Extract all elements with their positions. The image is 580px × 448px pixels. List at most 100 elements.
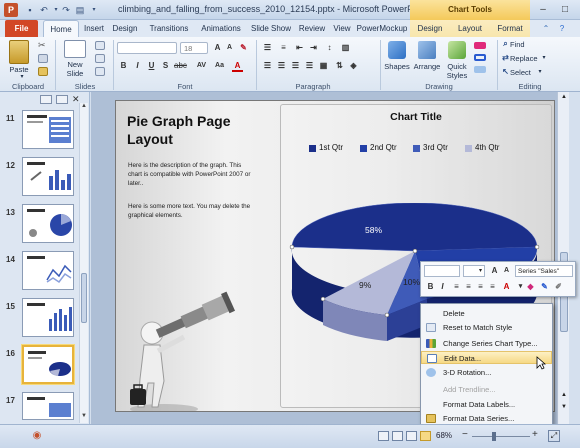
bold-button[interactable]: B	[118, 61, 129, 71]
slide-title-line-1[interactable]: Pie Graph Page	[127, 113, 287, 129]
zoom-in-button[interactable]: +	[532, 429, 538, 440]
menu-item-format-data-labels[interactable]: Format Data Labels...	[421, 398, 552, 411]
shapes-button[interactable]: Shapes	[382, 62, 412, 71]
grow-font-icon[interactable]: A	[212, 43, 223, 53]
slide-sorter-view-icon[interactable]	[392, 431, 403, 441]
data-label-3rd-qtr[interactable]: 10%	[403, 277, 420, 287]
new-slide-icon[interactable]	[64, 40, 86, 58]
slide-thumbnail-17[interactable]	[22, 392, 74, 420]
clear-formatting-icon[interactable]: ✎	[238, 43, 249, 53]
customize-quick-access-icon[interactable]: ▾	[88, 4, 100, 16]
telescope-figure-illustration[interactable]	[124, 271, 244, 412]
menu-item-reset-to-match-style[interactable]: Reset to Match Style	[421, 321, 552, 334]
character-spacing-icon[interactable]: AV	[196, 61, 207, 71]
scroll-up-icon[interactable]: ▲	[80, 103, 88, 111]
format-painter-icon[interactable]	[38, 67, 48, 76]
paste-dropdown-icon[interactable]: ▾	[18, 73, 26, 80]
tab-chart-layout[interactable]: Layout	[450, 20, 490, 37]
next-slide-icon[interactable]: ▼	[559, 404, 569, 410]
scroll-thumb[interactable]	[81, 273, 87, 323]
slide-description-line-3[interactable]: later..	[128, 180, 288, 187]
data-label-4th-qtr[interactable]: 9%	[359, 280, 371, 290]
align-center-icon[interactable]: ☰	[276, 61, 287, 71]
legend-entry-2nd-qtr[interactable]: 2nd Qtr	[370, 143, 397, 152]
shape-outline-icon[interactable]: ✎	[539, 282, 550, 292]
font-size-dropdown[interactable]: 18	[180, 42, 208, 54]
shape-fill-icon[interactable]	[474, 42, 486, 49]
font-color-icon[interactable]: A	[232, 61, 243, 72]
shadow-button[interactable]: S	[160, 61, 171, 71]
tab-slide-show[interactable]: Slide Show	[248, 20, 294, 37]
columns-layout-icon[interactable]: ▦	[318, 61, 329, 71]
tab-review[interactable]: Review	[296, 20, 328, 37]
align-left-icon[interactable]: ☰	[262, 61, 273, 71]
bold-button[interactable]: B	[425, 282, 436, 292]
slideshow-view-icon[interactable]	[420, 431, 431, 441]
tab-animations[interactable]: Animations	[196, 20, 246, 37]
normal-view-icon[interactable]	[378, 431, 389, 441]
menu-item-delete[interactable]: Delete	[421, 307, 552, 320]
shrink-font-icon[interactable]: A	[224, 43, 235, 53]
redo-icon[interactable]: ↷	[60, 4, 72, 16]
font-size-box[interactable]: ▾	[463, 265, 485, 277]
tab-transitions[interactable]: Transitions	[144, 20, 194, 37]
quick-styles-label-1[interactable]: Quick	[442, 62, 472, 71]
shape-outline-icon[interactable]	[474, 54, 486, 61]
tab-file[interactable]: File	[5, 20, 38, 37]
help-icon[interactable]: ?	[556, 20, 568, 37]
grow-font-icon[interactable]: A	[489, 266, 500, 276]
layout-icon[interactable]	[95, 41, 105, 50]
menu-item-edit-data[interactable]: Edit Data...	[421, 351, 552, 364]
legend-entry-3rd-qtr[interactable]: 3rd Qtr	[423, 143, 448, 152]
legend-entry-1st-qtr[interactable]: 1st Qtr	[319, 143, 343, 152]
select-button[interactable]: Select	[510, 68, 550, 77]
shape-fill-icon[interactable]: ◆	[525, 282, 536, 292]
tab-powermockup[interactable]: PowerMockup	[356, 20, 408, 37]
justify-icon[interactable]: ≡	[487, 282, 498, 292]
chart-title[interactable]: Chart Title	[281, 111, 551, 123]
align-left-icon[interactable]: ≡	[451, 282, 462, 292]
outline-tab-icon[interactable]	[56, 95, 68, 104]
start-slideshow-icon[interactable]: ▤	[74, 4, 86, 16]
shapes-icon[interactable]	[388, 41, 406, 59]
tab-home[interactable]: Home	[43, 20, 79, 37]
data-label-1st-qtr[interactable]: 58%	[365, 225, 382, 235]
tab-view[interactable]: View	[330, 20, 354, 37]
font-color-icon[interactable]: A	[501, 282, 512, 292]
context-menu[interactable]: Delete Reset to Match Style Change Serie…	[420, 303, 553, 425]
menu-item-change-series-chart-type[interactable]: Change Series Chart Type...	[421, 337, 552, 350]
text-direction-icon[interactable]: ⇅	[334, 61, 345, 71]
slide-thumbnail-12[interactable]	[22, 157, 74, 196]
minimize-button[interactable]: –	[532, 2, 554, 17]
justify-icon[interactable]: ☰	[304, 61, 315, 71]
slides-tab-icon[interactable]	[40, 95, 52, 104]
tab-design[interactable]: Design	[110, 20, 140, 37]
tab-chart-format[interactable]: Format	[490, 20, 530, 37]
line-spacing-icon[interactable]: ↕	[324, 43, 335, 53]
previous-slide-icon[interactable]: ▲	[559, 392, 569, 398]
slide-thumbnail-11[interactable]	[22, 110, 74, 149]
align-right-icon[interactable]: ≡	[475, 282, 486, 292]
quick-styles-icon[interactable]	[448, 41, 466, 59]
scroll-down-icon[interactable]: ▼	[80, 413, 88, 421]
menu-item-3d-rotation[interactable]: 3-D Rotation...	[421, 366, 552, 379]
cut-icon[interactable]: ✂	[38, 41, 48, 50]
slide-title-line-2[interactable]: Layout	[127, 131, 287, 147]
bullets-icon[interactable]: ☰	[262, 43, 273, 53]
tab-insert[interactable]: Insert	[80, 20, 108, 37]
smartart-icon[interactable]: ◈	[348, 61, 359, 71]
shape-effects-icon[interactable]	[474, 66, 486, 73]
align-center-icon[interactable]: ≡	[463, 282, 474, 292]
select-dropdown-icon[interactable]: ▾	[536, 68, 544, 75]
increase-indent-icon[interactable]: ⇥	[308, 43, 319, 53]
slide-thumbnail-16[interactable]	[22, 345, 74, 384]
new-slide-label-2[interactable]: Slide	[58, 69, 92, 78]
font-name-box[interactable]	[424, 265, 460, 277]
arrange-icon[interactable]	[418, 41, 436, 59]
slide-thumbnail-14[interactable]	[22, 251, 74, 290]
change-case-icon[interactable]: Aa	[214, 61, 225, 71]
zoom-out-button[interactable]: −	[462, 429, 468, 440]
legend-entry-4th-qtr[interactable]: 4th Qtr	[475, 143, 499, 152]
scroll-up-icon[interactable]: ▲	[559, 94, 569, 100]
decrease-indent-icon[interactable]: ⇤	[294, 43, 305, 53]
